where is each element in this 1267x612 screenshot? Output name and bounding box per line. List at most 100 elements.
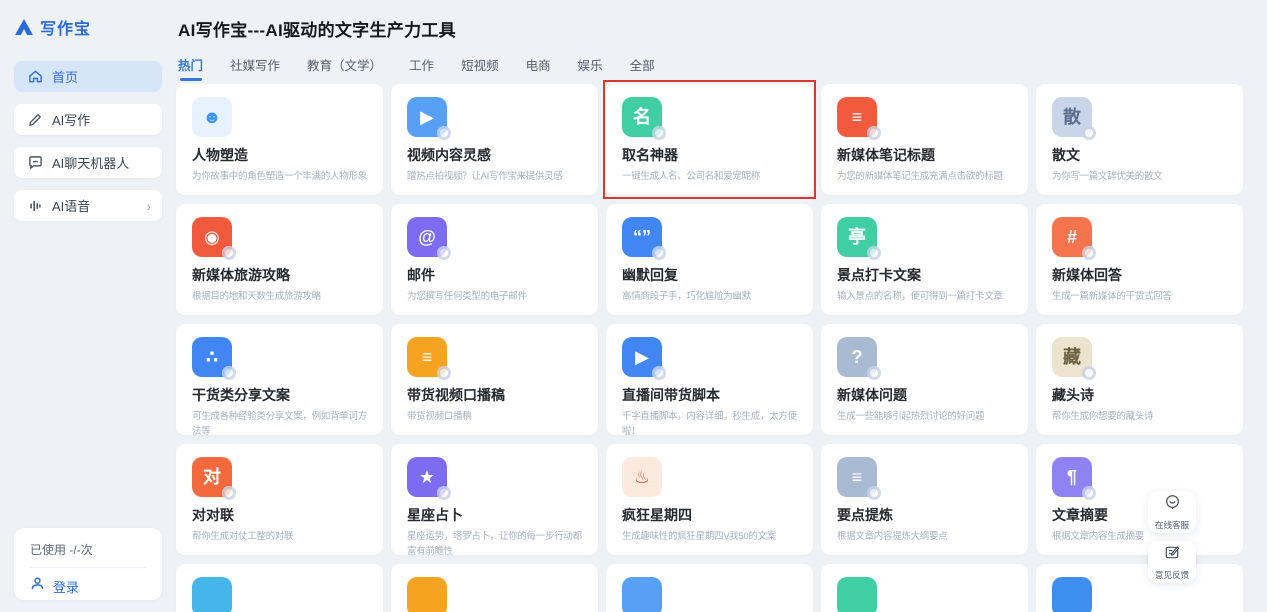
login-button[interactable]: 登录 (30, 576, 146, 596)
user-icon (30, 576, 45, 596)
icon-badge (1082, 366, 1096, 380)
tool-card-video-content-idea[interactable]: ▶ 视频内容灵感 蹭热点拍视频？让AI写作宝来提供灵感 (391, 84, 598, 195)
tab-hot[interactable]: 热门 (178, 55, 203, 81)
card-description: 可生成各种经验类分享文案，例如背单词方法等 (192, 410, 367, 439)
sales-script-icon: ≡ (407, 337, 447, 377)
logo-text: 写作宝 (40, 15, 91, 39)
tool-card-partial[interactable] (391, 564, 598, 612)
voice-icon (27, 198, 43, 214)
tool-card-acrostic-poem[interactable]: 藏 藏头诗 帮你生成你想要的藏头诗 (1036, 324, 1243, 435)
page-title: AI写作宝---AI驱动的文字生产力工具 (176, 0, 1267, 41)
partial-icon-2 (407, 577, 447, 612)
partial-icon-3 (622, 577, 662, 612)
card-title: 要点提炼 (837, 505, 1012, 525)
card-title: 直播间带货脚本 (622, 385, 797, 405)
tool-card-key-points[interactable]: ≡ 要点提炼 根据文章内容提炼大纲要点 (821, 444, 1028, 555)
card-title: 星座占卜 (407, 505, 582, 525)
crazy-thursday-icon: ♨ (622, 457, 662, 497)
card-description: 生成趣味性的疯狂星期四V我50的文案 (622, 530, 797, 545)
tab-entertainment[interactable]: 娱乐 (578, 55, 603, 81)
tool-card-media-answer[interactable]: # 新媒体回答 生成一篇新媒体的干货式回答 (1036, 204, 1243, 315)
tool-card-travel-guide[interactable]: ◉ 新媒体旅游攻略 根据目的地和天数生成旅游攻略 (176, 204, 383, 315)
sidebar-item-ai-writing[interactable]: AI写作 (14, 104, 162, 135)
online-support-button[interactable]: 在线客服 (1148, 491, 1196, 533)
card-title: 人物塑造 (192, 145, 367, 165)
icon-badge (437, 126, 451, 140)
tab-work[interactable]: 工作 (409, 55, 434, 81)
summary-icon: ¶ (1052, 457, 1092, 497)
tool-card-partial[interactable] (176, 564, 383, 612)
icon-badge (1082, 126, 1096, 140)
card-title: 干货类分享文案 (192, 385, 367, 405)
tool-card-partial[interactable] (1036, 564, 1243, 612)
home-icon (27, 69, 43, 85)
tool-card-partial[interactable] (606, 564, 813, 612)
tool-card-partial[interactable] (821, 564, 1028, 612)
tab-ecommerce[interactable]: 电商 (526, 55, 551, 81)
icon-badge (222, 366, 236, 380)
email-icon: @ (407, 217, 447, 257)
share-tips-icon: ∴ (192, 337, 232, 377)
note-title-icon: ≡ (837, 97, 877, 137)
card-title: 新媒体笔记标题 (837, 145, 1012, 165)
icon-badge (652, 246, 666, 260)
prose-icon: 散 (1052, 97, 1092, 137)
card-description: 根据文章内容生成摘要 (1052, 530, 1227, 545)
tool-card-horoscope[interactable]: ★ 星座占卜 星座运势，塔罗占卜，让你的每一步行动都富有前瞻性 (391, 444, 598, 555)
card-description: 带货视频口播稿 (407, 410, 582, 425)
card-title: 带货视频口播稿 (407, 385, 582, 405)
tool-card-grid: ☻ 人物塑造 为你故事中的角色塑造一个丰满的人物形象 ▶ 视频内容灵感 蹭热点拍… (176, 84, 1267, 612)
card-title: 景点打卡文案 (837, 265, 1012, 285)
tool-card-humor-reply[interactable]: “” 幽默回复 高情商段子手，巧化尴尬为幽默 (606, 204, 813, 315)
tool-card-character-building[interactable]: ☻ 人物塑造 为你故事中的角色塑造一个丰满的人物形象 (176, 84, 383, 195)
sidebar-item-home[interactable]: 首页 (14, 61, 162, 92)
category-tabs: 热门 社媒写作 教育（文学） 工作 短视频 电商 娱乐 全部 (178, 55, 1267, 81)
icon-badge (1082, 246, 1096, 260)
sidebar: 写作宝 首页 AI写作 AI聊天机器人 AI语音 › (0, 0, 176, 612)
floating-buttons: 在线客服 意见反馈 (1148, 491, 1196, 583)
tool-card-couplet[interactable]: 对 对对联 帮你生成对仗工整的对联 (176, 444, 383, 555)
card-description: 千字直播脚本，内容详细，秒生成，太方便啦！ (622, 410, 797, 439)
icon-badge (867, 126, 881, 140)
tool-card-email[interactable]: @ 邮件 为您撰写任何类型的电子邮件 (391, 204, 598, 315)
partial-icon-1 (192, 577, 232, 612)
tool-card-media-note-title[interactable]: ≡ 新媒体笔记标题 为您的新媒体笔记生成充满点击欲的标题 (821, 84, 1028, 195)
card-title: 疯狂星期四 (622, 505, 797, 525)
card-description: 一键生成人名、公司名和爱宠昵称 (622, 170, 797, 185)
app-logo[interactable]: 写作宝 (0, 0, 176, 39)
card-title: 新媒体旅游攻略 (192, 265, 367, 285)
key-points-icon: ≡ (837, 457, 877, 497)
tool-card-prose[interactable]: 散 散文 为你写一篇文辞优美的散文 (1036, 84, 1243, 195)
icon-badge (652, 366, 666, 380)
card-description: 帮你生成你想要的藏头诗 (1052, 410, 1227, 425)
tool-card-media-question[interactable]: ? 新媒体问题 生成一些能够引起热烈讨论的好问题 (821, 324, 1028, 435)
card-description: 为您的新媒体笔记生成充满点击欲的标题 (837, 170, 1012, 185)
divider (30, 567, 146, 568)
tool-card-livestream-script[interactable]: ▶ 直播间带货脚本 千字直播脚本，内容详细，秒生成，太方便啦！ (606, 324, 813, 435)
sidebar-item-ai-voice[interactable]: AI语音 › (14, 190, 162, 221)
feedback-button[interactable]: 意见反馈 (1148, 541, 1196, 583)
chatbot-icon (27, 155, 43, 171)
card-title: 视频内容灵感 (407, 145, 582, 165)
tab-short-video[interactable]: 短视频 (461, 55, 499, 81)
login-label: 登录 (53, 577, 79, 596)
media-answer-icon: # (1052, 217, 1092, 257)
tab-education-literature[interactable]: 教育（文学） (307, 55, 382, 81)
sidebar-item-label: AI写作 (52, 110, 90, 129)
card-description: 根据文章内容提炼大纲要点 (837, 530, 1012, 545)
tab-all[interactable]: 全部 (630, 55, 655, 81)
tool-card-article-summary[interactable]: ¶ 文章摘要 根据文章内容生成摘要 (1036, 444, 1243, 555)
tool-card-naming-tool[interactable]: 名 取名神器 一键生成人名、公司名和爱宠昵称 (606, 84, 813, 195)
tab-social-media-writing[interactable]: 社媒写作 (230, 55, 280, 81)
card-title: 散文 (1052, 145, 1227, 165)
card-description: 为您撰写任何类型的电子邮件 (407, 290, 582, 305)
media-question-icon: ? (837, 337, 877, 377)
tool-card-scenic-checkin[interactable]: 亭 景点打卡文案 输入景点的名称，便可得到一篇打卡文章 (821, 204, 1028, 315)
tool-card-sales-video-script[interactable]: ≡ 带货视频口播稿 带货视频口播稿 (391, 324, 598, 435)
icon-badge (437, 486, 451, 500)
card-description: 高情商段子手，巧化尴尬为幽默 (622, 290, 797, 305)
tool-card-crazy-thursday[interactable]: ♨ 疯狂星期四 生成趣味性的疯狂星期四V我50的文案 (606, 444, 813, 555)
tool-card-tips-sharing[interactable]: ∴ 干货类分享文案 可生成各种经验类分享文案，例如背单词方法等 (176, 324, 383, 435)
people-icon: ☻ (192, 97, 232, 137)
sidebar-item-ai-chatbot[interactable]: AI聊天机器人 (14, 147, 162, 178)
